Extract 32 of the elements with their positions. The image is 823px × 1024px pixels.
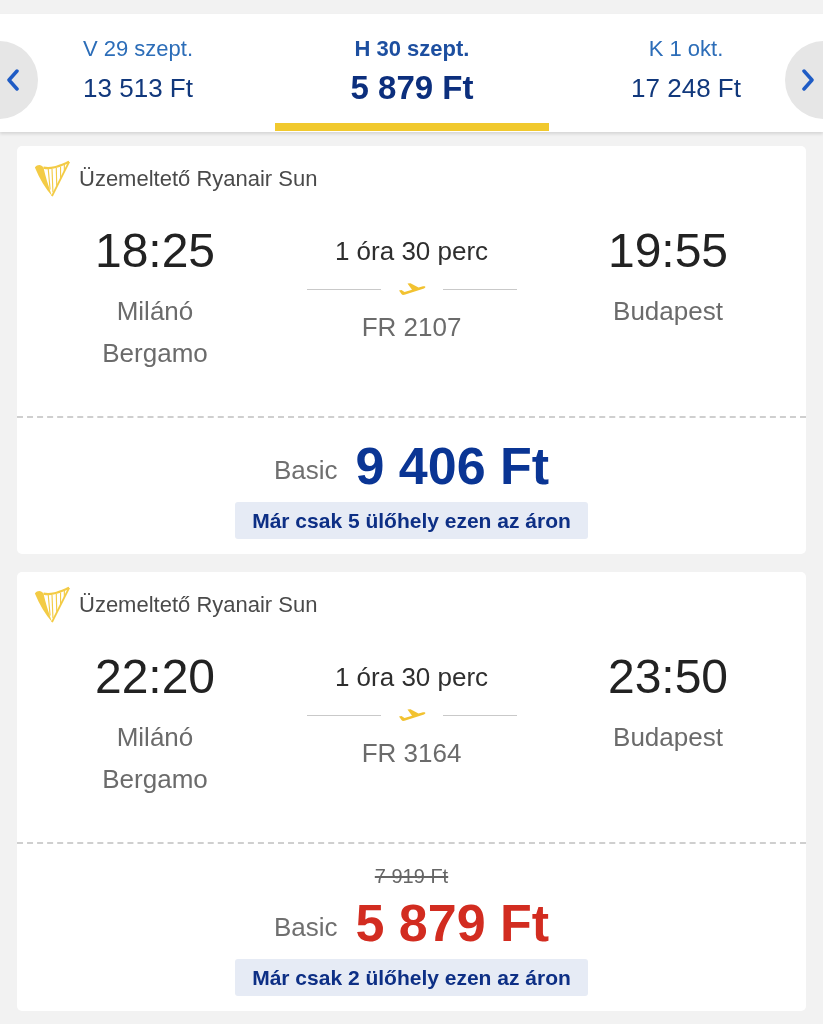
- flight-number: FR 3164: [361, 737, 462, 770]
- date-tab[interactable]: H 30 szept. 5 879 Ft: [275, 14, 549, 131]
- departure-airport: Milánó Bergamo: [102, 721, 208, 796]
- arrival-time: 19:55: [607, 223, 729, 279]
- operator-name: Üzemeltető Ryanair Sun: [79, 165, 318, 193]
- arrival-airport: Budapest: [613, 295, 723, 328]
- arrival-time: 23:50: [607, 649, 729, 705]
- original-price: 7 919 Ft: [374, 864, 449, 889]
- departure-time: 22:20: [94, 649, 216, 705]
- flight-number: FR 2107: [361, 311, 462, 344]
- operator-name: Üzemeltető Ryanair Sun: [79, 591, 318, 619]
- departure-time: 18:25: [94, 223, 216, 279]
- chevron-right-icon: [801, 69, 815, 91]
- fare-price: 9 406 Ft: [355, 436, 550, 496]
- date-tab[interactable]: V 29 szept. 13 513 Ft: [39, 14, 275, 131]
- harp-logo-icon: [33, 160, 71, 198]
- harp-logo-icon: [33, 586, 71, 624]
- fare-price: 5 879 Ft: [355, 893, 550, 953]
- flight-card[interactable]: Üzemeltető Ryanair Sun 18:25 Milánó Bergamo 1 óra 30 perc FR 2107 19:55 Budapest Basic 9 406 Ft Már csak 5 ülőhely ezen az áron: [17, 146, 806, 554]
- flight-duration: 1 óra 30 perc: [334, 235, 489, 268]
- seats-left-badge: Már csak 2 ülőhely ezen az áron: [235, 959, 588, 996]
- fare-name: Basic: [273, 910, 338, 944]
- plane-icon: [397, 282, 426, 296]
- arrival-airport: Budapest: [613, 721, 723, 754]
- fare-name: Basic: [273, 453, 338, 487]
- plane-icon: [397, 708, 426, 722]
- chevron-left-icon: [6, 69, 20, 91]
- date-tab[interactable]: K 1 okt. 17 248 Ft: [549, 14, 785, 131]
- flight-card[interactable]: Üzemeltető Ryanair Sun 22:20 Milánó Bergamo 1 óra 30 perc FR 3164 23:50 Budapest 7 919 Ft Basic 5 879 Ft Már csak 2 ülőhely ezen az áron: [17, 572, 806, 1011]
- flight-duration: 1 óra 30 perc: [334, 661, 489, 694]
- departure-airport: Milánó Bergamo: [102, 295, 208, 370]
- seats-left-badge: Már csak 5 ülőhely ezen az áron: [235, 502, 588, 539]
